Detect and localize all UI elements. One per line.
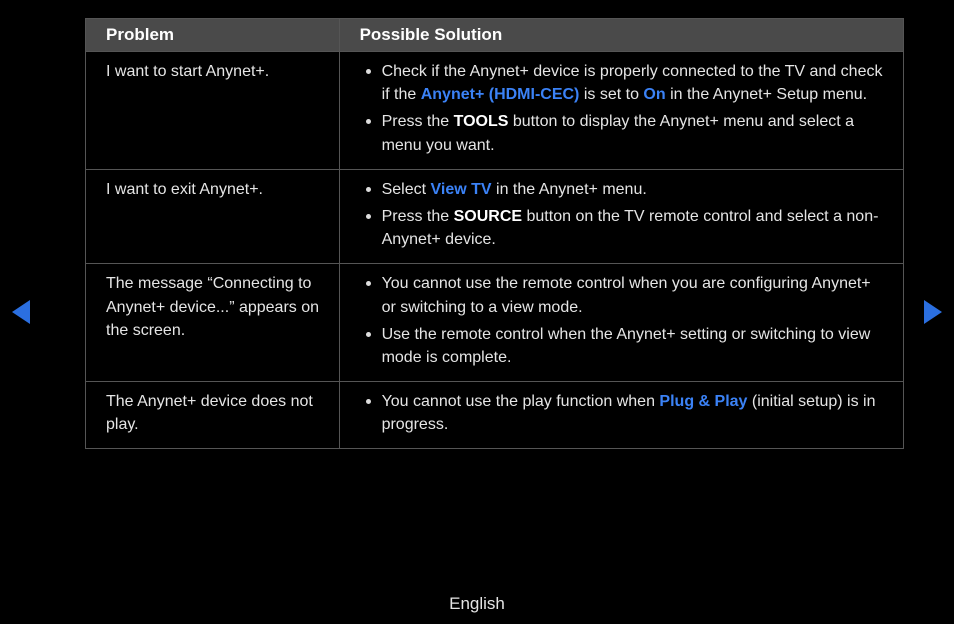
list-item: You cannot use the play function when Pl…	[360, 390, 887, 436]
header-problem: Problem	[86, 19, 340, 52]
table-row: The Anynet+ device does not play. You ca…	[86, 382, 904, 449]
solution-cell: Select View TV in the Anynet+ menu. Pres…	[339, 169, 903, 264]
table-row: I want to exit Anynet+. Select View TV i…	[86, 169, 904, 264]
problem-cell: I want to start Anynet+.	[86, 52, 340, 170]
page-content: Problem Possible Solution I want to star…	[0, 0, 954, 449]
list-item: You cannot use the remote control when y…	[360, 272, 887, 318]
list-item: Select View TV in the Anynet+ menu.	[360, 178, 887, 201]
solution-cell: You cannot use the play function when Pl…	[339, 382, 903, 449]
next-page-arrow[interactable]	[924, 300, 942, 324]
list-item: Press the SOURCE button on the TV remote…	[360, 205, 887, 251]
problem-cell: The Anynet+ device does not play.	[86, 382, 340, 449]
prev-page-arrow[interactable]	[12, 300, 30, 324]
troubleshooting-table: Problem Possible Solution I want to star…	[85, 18, 904, 449]
table-row: The message “Connecting to Anynet+ devic…	[86, 264, 904, 382]
table-row: I want to start Anynet+. Check if the An…	[86, 52, 904, 170]
solution-cell: You cannot use the remote control when y…	[339, 264, 903, 382]
footer-language: English	[0, 594, 954, 614]
list-item: Press the TOOLS button to display the An…	[360, 110, 887, 156]
header-solution: Possible Solution	[339, 19, 903, 52]
list-item: Check if the Anynet+ device is properly …	[360, 60, 887, 106]
problem-cell: I want to exit Anynet+.	[86, 169, 340, 264]
solution-cell: Check if the Anynet+ device is properly …	[339, 52, 903, 170]
problem-cell: The message “Connecting to Anynet+ devic…	[86, 264, 340, 382]
list-item: Use the remote control when the Anynet+ …	[360, 323, 887, 369]
